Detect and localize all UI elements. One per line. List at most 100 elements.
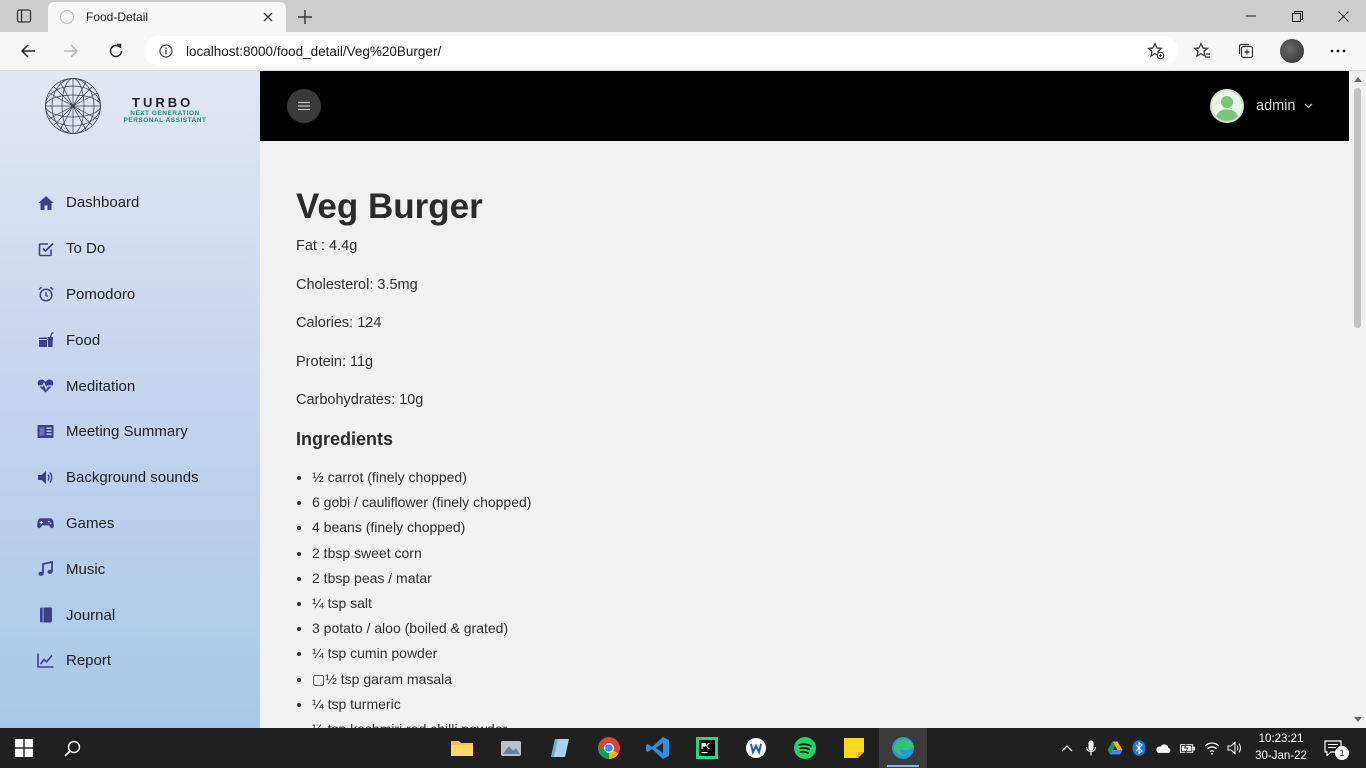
sidebar-item-pomodoro[interactable]: Pomodoro xyxy=(0,272,260,318)
microphone-icon[interactable] xyxy=(1083,740,1099,756)
sidebar-nav: Dashboard To Do Pomodoro Food Meditation… xyxy=(0,180,260,684)
sidebar-item-label: Dashboard xyxy=(66,194,140,212)
start-button[interactable] xyxy=(0,728,48,768)
battery-icon[interactable] xyxy=(1180,740,1196,756)
search-button[interactable] xyxy=(48,728,96,768)
favorites-button[interactable] xyxy=(1188,38,1216,64)
sidebar-item-label: To Do xyxy=(66,240,106,258)
sidebar-item-label: Meditation xyxy=(66,377,136,395)
add-favorite-icon[interactable] xyxy=(1146,42,1166,60)
sidebar-item-label: Background sounds xyxy=(66,469,199,487)
info-icon[interactable] xyxy=(158,43,174,59)
taskbar-notes-app[interactable] xyxy=(536,728,584,768)
forward-button[interactable] xyxy=(57,38,85,64)
sidebar-item-journal[interactable]: Journal xyxy=(0,592,260,638)
top-navbar: admin xyxy=(260,71,1349,141)
tab-actions-icon[interactable] xyxy=(10,6,38,26)
system-clock[interactable]: 10:23:21 30-Jan-22 xyxy=(1250,731,1312,765)
page-scrollbar[interactable] xyxy=(1349,71,1366,728)
sidebar-item-meditation[interactable]: Meditation xyxy=(0,363,260,409)
new-tab-button[interactable] xyxy=(294,6,316,28)
chrome-icon xyxy=(598,737,620,759)
clock-date: 30-Jan-22 xyxy=(1255,750,1307,762)
forward-icon xyxy=(64,44,79,58)
chevron-down-icon[interactable] xyxy=(1304,101,1314,111)
taskbar-pycharm[interactable] xyxy=(683,728,731,768)
scroll-down-icon[interactable] xyxy=(1353,715,1362,724)
sidebar-item-label: Games xyxy=(66,514,115,532)
ingredients-list: ½ carrot (finely chopped) 6 gobi / cauli… xyxy=(312,468,531,728)
list-item: ½ tsp kashmiri red chilli powder xyxy=(312,720,531,728)
taskbar-vscode[interactable] xyxy=(634,728,682,768)
taskbar-spotify[interactable] xyxy=(781,728,829,768)
sidebar-item-music[interactable]: Music xyxy=(0,546,260,592)
chevron-up-icon[interactable] xyxy=(1059,740,1075,756)
sidebar-item-games[interactable]: Games xyxy=(0,501,260,547)
more-icon xyxy=(1330,49,1346,53)
fact-carbohydrates: Carbohydrates: 10g xyxy=(296,392,424,408)
collections-icon xyxy=(1238,43,1254,59)
sidebar-item-label: Meeting Summary xyxy=(66,423,188,441)
back-icon xyxy=(20,44,35,58)
list-item: ▢½ tsp garam masala xyxy=(312,670,531,695)
scroll-up-icon[interactable] xyxy=(1353,75,1362,84)
restore-button[interactable] xyxy=(1274,0,1320,32)
brand-name: TURBO xyxy=(132,95,194,110)
sidebar: TURBO NEXT GENERATION PERSONAL ASSISTANT… xyxy=(0,71,260,728)
globe-logo-icon xyxy=(45,78,101,134)
web-page: TURBO NEXT GENERATION PERSONAL ASSISTANT… xyxy=(0,71,1366,728)
taskbar-edge[interactable] xyxy=(879,728,927,768)
ingredients-heading: Ingredients xyxy=(296,429,394,449)
refresh-button[interactable] xyxy=(102,38,130,64)
url-text[interactable]: localhost:8000/food_detail/Veg%20Burger/ xyxy=(186,44,441,59)
heartbeat-icon xyxy=(37,378,54,395)
taskbar-file-explorer[interactable] xyxy=(438,728,486,768)
list-item: ¼ tsp cumin powder xyxy=(312,644,531,669)
fact-cholesterol: Cholesterol: 3.5mg xyxy=(296,277,418,293)
sidebar-item-report[interactable]: Report xyxy=(0,638,260,684)
more-button[interactable] xyxy=(1324,38,1352,64)
plus-icon xyxy=(298,10,312,24)
profile-avatar[interactable] xyxy=(1280,39,1304,63)
sidebar-item-label: Food xyxy=(66,331,101,349)
wifi-icon[interactable] xyxy=(1204,740,1220,756)
back-button[interactable] xyxy=(14,38,42,64)
sidebar-item-background-sounds[interactable]: Background sounds xyxy=(0,455,260,501)
username[interactable]: admin xyxy=(1256,98,1296,114)
close-window-button[interactable] xyxy=(1320,0,1366,32)
address-bar[interactable]: localhost:8000/food_detail/Veg%20Burger/ xyxy=(144,36,1178,66)
browser-tabstrip: Food-Detail xyxy=(0,0,1366,32)
sticky-note-icon xyxy=(844,738,864,758)
bluetooth-icon[interactable] xyxy=(1131,740,1147,756)
volume-icon[interactable] xyxy=(1227,740,1243,756)
onedrive-icon[interactable] xyxy=(1155,740,1171,756)
taskbar-photos-app[interactable] xyxy=(487,728,535,768)
menu-toggle-button[interactable] xyxy=(287,89,321,123)
user-avatar[interactable] xyxy=(1210,89,1244,123)
sidebar-item-dashboard[interactable]: Dashboard xyxy=(0,180,260,226)
close-icon[interactable] xyxy=(260,9,276,25)
list-item: 2 tbsp peas / matar xyxy=(312,569,531,594)
sidebar-item-todo[interactable]: To Do xyxy=(0,226,260,272)
music-icon xyxy=(37,561,54,578)
list-item: ½ carrot (finely chopped) xyxy=(312,468,531,493)
alarm-icon xyxy=(37,286,54,303)
brand-logo[interactable]: TURBO NEXT GENERATION PERSONAL ASSISTANT xyxy=(44,77,224,135)
sidebar-item-food[interactable]: Food xyxy=(0,317,260,363)
browser-tab[interactable]: Food-Detail xyxy=(48,2,286,32)
gamepad-icon xyxy=(37,515,54,532)
list-item: ¼ tsp salt xyxy=(312,594,531,619)
taskbar-sticky-notes[interactable] xyxy=(830,728,878,768)
google-drive-icon[interactable] xyxy=(1107,740,1123,756)
food-detail-content: Veg Burger Fat : 4.4g Cholesterol: 3.5mg… xyxy=(296,141,1336,728)
taskbar-app[interactable] xyxy=(732,728,780,768)
folder-icon xyxy=(451,741,473,756)
collections-button[interactable] xyxy=(1232,38,1260,64)
user-menu[interactable]: admin xyxy=(1210,88,1314,124)
taskbar-chrome[interactable] xyxy=(585,728,633,768)
windows-logo-icon xyxy=(15,739,33,757)
scrollbar-thumb[interactable] xyxy=(1354,88,1361,328)
browser-toolbar: localhost:8000/food_detail/Veg%20Burger/ xyxy=(0,32,1366,71)
minimize-button[interactable] xyxy=(1228,0,1274,32)
sidebar-item-meeting-summary[interactable]: Meeting Summary xyxy=(0,409,260,455)
